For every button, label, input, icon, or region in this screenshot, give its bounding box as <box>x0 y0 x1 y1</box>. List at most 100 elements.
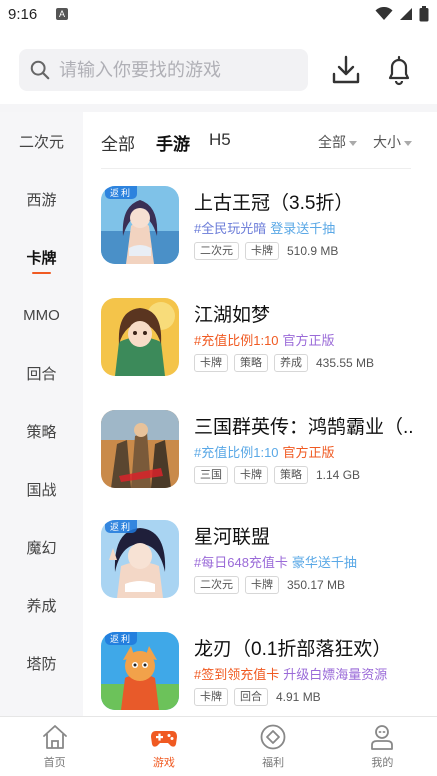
category-tag: 策略 <box>234 354 268 372</box>
promo-text: 官方正版 <box>282 333 335 348</box>
category-tag: 三国 <box>194 466 228 484</box>
sidebar-item-西游[interactable]: 西游 <box>0 170 83 228</box>
game-icon-thumbnail: 返利 <box>101 520 179 598</box>
game-item[interactable]: 返利 上古王冠（3.5折） #全民玩光暗 登录送千抽 二次元 卡牌 510.9 M… <box>83 176 437 286</box>
file-size: 350.17 MB <box>287 578 346 592</box>
nav-profile[interactable]: 我的 <box>328 717 437 776</box>
dropdown-size-label: 大小 <box>373 134 401 150</box>
rebate-badge: 返利 <box>105 520 138 533</box>
nav-home[interactable]: 首页 <box>0 717 109 776</box>
category-tag: 卡牌 <box>245 242 279 260</box>
game-list-panel: 全部 手游 H5 全部 大小 返利 上古王冠（3.5折） #全民玩光暗 登录送千抽… <box>83 112 437 716</box>
rebate-badge: 返利 <box>105 186 138 199</box>
category-tag: 二次元 <box>194 576 239 594</box>
game-title: 上古王冠（3.5折） <box>194 193 354 214</box>
file-size: 4.91 MB <box>276 690 321 704</box>
tab-mobile-games[interactable]: 手游 <box>156 130 190 155</box>
profile-icon <box>371 725 394 750</box>
promo-tag: #每日648充值卡 <box>194 555 288 570</box>
status-bar: 9:16 A <box>0 0 437 30</box>
category-sidebar: 二次元 西游 卡牌 MMO 回合 策略 国战 魔幻 养成 塔防 <box>0 112 83 716</box>
game-title: 星河联盟 <box>194 527 271 548</box>
nav-label: 游戏 <box>152 757 175 769</box>
game-meta: 二次元 卡牌 350.17 MB <box>194 576 345 594</box>
sidebar-item-回合[interactable]: 回合 <box>0 344 83 402</box>
dropdown-size[interactable]: 大小 <box>373 132 412 152</box>
game-art-image <box>101 298 179 376</box>
filter-divider <box>101 168 411 169</box>
status-time: 9:16 <box>8 6 38 23</box>
status-icons <box>375 6 429 22</box>
category-tag: 卡牌 <box>234 466 268 484</box>
nav-label: 首页 <box>43 757 66 769</box>
game-title: 龙刃（0.1折部落狂欢） <box>194 639 392 660</box>
dropdown-all[interactable]: 全部 <box>318 132 357 152</box>
filter-bar: 全部 手游 H5 全部 大小 <box>83 112 437 168</box>
sidebar-item-国战[interactable]: 国战 <box>0 460 83 518</box>
promo-tag: #充值比例1:10 <box>194 445 279 460</box>
category-tag: 二次元 <box>194 242 239 260</box>
category-tag: 策略 <box>274 466 308 484</box>
game-promo: #充值比例1:10 官方正版 <box>194 330 335 349</box>
game-icon-thumbnail: 返利 <box>101 632 179 710</box>
home-icon <box>42 725 67 749</box>
game-item[interactable]: 返利 龙刃（0.1折部落狂欢） #签到领充值卡 升级白嫖海量资源 卡牌 回合 4.… <box>83 622 437 716</box>
game-promo: #充值比例1:10 官方正版 <box>194 442 335 461</box>
dropdown-all-label: 全部 <box>318 134 346 150</box>
tab-all[interactable]: 全部 <box>101 130 135 155</box>
game-item[interactable]: 三国群英传：鸿鹄霸业（.. #充值比例1:10 官方正版 三国 卡牌 策略 1.1… <box>83 400 437 510</box>
download-icon[interactable] <box>331 54 361 86</box>
game-item[interactable]: 江湖如梦 #充值比例1:10 官方正版 卡牌 策略 养成 435.55 MB <box>83 288 437 398</box>
game-promo: #签到领充值卡 升级白嫖海量资源 <box>194 664 387 683</box>
category-tag: 养成 <box>274 354 308 372</box>
nav-label: 我的 <box>371 757 394 769</box>
category-tag: 回合 <box>234 688 268 706</box>
sidebar-item-塔防[interactable]: 塔防 <box>0 634 83 692</box>
game-meta: 二次元 卡牌 510.9 MB <box>194 242 338 260</box>
game-art-image <box>101 410 179 488</box>
wifi-icon <box>375 7 393 20</box>
promo-text: 官方正版 <box>282 445 335 460</box>
search-box[interactable] <box>19 49 308 91</box>
chevron-down-icon <box>404 140 412 146</box>
game-promo: #全民玩光暗 登录送千抽 <box>194 218 335 237</box>
category-tag: 卡牌 <box>245 576 279 594</box>
gamepad-icon <box>150 731 177 747</box>
tab-h5[interactable]: H5 <box>209 130 231 150</box>
game-icon-thumbnail <box>101 298 179 376</box>
sidebar-item-魔幻[interactable]: 魔幻 <box>0 518 83 576</box>
game-meta: 卡牌 策略 养成 435.55 MB <box>194 354 374 372</box>
notification-app-icon: A <box>56 8 68 20</box>
chevron-down-icon <box>349 140 357 146</box>
sidebar-item-策略[interactable]: 策略 <box>0 402 83 460</box>
signal-icon <box>400 8 412 20</box>
game-title: 三国群英传：鸿鹄霸业（.. <box>194 417 414 438</box>
nav-welfare[interactable]: 福利 <box>219 717 328 776</box>
sidebar-item-mmo[interactable]: MMO <box>0 286 83 344</box>
game-meta: 三国 卡牌 策略 1.14 GB <box>194 466 360 484</box>
category-tag: 卡牌 <box>194 354 228 372</box>
search-header <box>0 30 437 106</box>
promo-text: 豪华送千抽 <box>291 555 357 570</box>
game-promo: #每日648充值卡 豪华送千抽 <box>194 552 357 571</box>
file-size: 510.9 MB <box>287 244 339 258</box>
bottom-nav: 首页 游戏 福利 我的 <box>0 716 437 776</box>
game-icon-thumbnail: 返利 <box>101 186 179 264</box>
battery-icon <box>419 6 429 22</box>
game-title: 江湖如梦 <box>194 305 271 326</box>
game-icon-thumbnail <box>101 410 179 488</box>
promo-text: 升级白嫖海量资源 <box>283 667 388 682</box>
game-item[interactable]: 返利 星河联盟 #每日648充值卡 豪华送千抽 二次元 卡牌 350.17 MB <box>83 510 437 620</box>
rebate-badge: 返利 <box>105 632 138 645</box>
sidebar-item-二次元[interactable]: 二次元 <box>0 112 83 170</box>
gift-diamond-icon <box>260 724 286 750</box>
category-tag: 卡牌 <box>194 688 228 706</box>
nav-games[interactable]: 游戏 <box>109 717 218 776</box>
promo-tag: #签到领充值卡 <box>194 667 280 682</box>
sidebar-item-养成[interactable]: 养成 <box>0 576 83 634</box>
bell-icon[interactable] <box>384 54 414 86</box>
sidebar-item-卡牌[interactable]: 卡牌 <box>0 228 83 286</box>
nav-label: 福利 <box>262 757 285 769</box>
promo-tag: #全民玩光暗 <box>194 221 267 236</box>
search-input[interactable] <box>59 59 299 81</box>
